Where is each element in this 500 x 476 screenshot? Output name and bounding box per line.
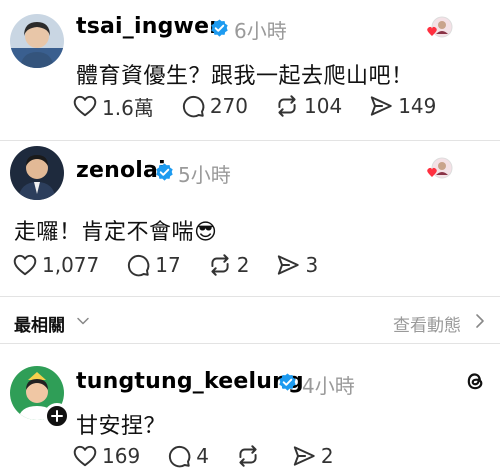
share-count: 2 — [320, 444, 334, 468]
avatar-zenolai[interactable] — [10, 146, 64, 200]
share-icon — [293, 446, 315, 466]
share-icon — [278, 255, 300, 275]
threads-logo-icon[interactable] — [462, 368, 488, 394]
like-button[interactable]: 1,077 — [12, 250, 99, 280]
reply-username[interactable]: tungtung_keelung — [76, 369, 304, 394]
repost-icon — [211, 254, 229, 276]
heart-icon — [73, 445, 97, 467]
share-count: 149 — [398, 94, 437, 118]
repost-count: 2 — [236, 253, 250, 277]
reply-button[interactable]: 4 — [166, 441, 209, 471]
share-count: 3 — [305, 253, 319, 277]
repost-count: 104 — [304, 94, 343, 118]
avatar-tsai-ingwen[interactable] — [10, 14, 64, 68]
repost-icon — [239, 445, 257, 467]
reply-count: 270 — [209, 94, 248, 118]
repost-button[interactable]: 2 — [207, 250, 250, 280]
reply-text: 甘安捏？ — [76, 414, 167, 439]
repost-button[interactable] — [235, 441, 265, 471]
section-divider — [0, 343, 500, 344]
like-count: 1.6萬 — [102, 95, 154, 120]
verified-badge-icon — [279, 373, 296, 391]
like-count: 1,077 — [42, 253, 100, 277]
section-divider — [0, 296, 500, 297]
like-count: 169 — [102, 444, 141, 468]
post-2-text: 走囉！肯定不會喘😎 — [14, 220, 218, 245]
post-1-time: 6小時 — [234, 19, 287, 43]
heart-icon — [13, 254, 37, 276]
liked-reaction-avatar-icon[interactable] — [424, 155, 454, 185]
post-2-username[interactable]: zenolai — [76, 158, 166, 183]
reply-button[interactable]: 270 — [180, 91, 248, 121]
like-button[interactable]: 169 — [72, 441, 140, 471]
follow-button[interactable] — [44, 403, 70, 429]
share-button[interactable]: 3 — [275, 250, 318, 280]
reply-actions: 169 4 2 — [72, 441, 360, 471]
post-1-username[interactable]: tsai_ingwen — [76, 14, 225, 39]
share-icon — [371, 96, 392, 116]
post-2-actions: 1,077 17 2 3 — [12, 250, 344, 280]
post-divider — [0, 140, 500, 141]
share-button[interactable]: 2 — [291, 441, 334, 471]
reply-time: 4小時 — [302, 374, 355, 398]
verified-badge-icon — [211, 19, 228, 37]
comment-icon — [182, 95, 205, 118]
reply-button[interactable]: 17 — [125, 250, 181, 280]
post-1-actions: 1.6萬 270 104 149 — [72, 91, 462, 121]
reply-count: 4 — [196, 444, 209, 468]
repost-button[interactable]: 104 — [274, 91, 342, 121]
comment-icon — [128, 254, 150, 277]
repost-icon — [278, 95, 296, 117]
chevron-right-icon[interactable] — [474, 313, 486, 329]
share-button[interactable]: 149 — [368, 91, 436, 121]
reply-count: 17 — [155, 253, 181, 277]
heart-icon — [73, 95, 97, 117]
comment-icon — [169, 445, 191, 468]
verified-badge-icon — [156, 163, 173, 181]
post-1-text: 體育資優生？跟我一起去爬山吧！ — [76, 64, 414, 89]
liked-reaction-avatar-icon[interactable] — [424, 14, 454, 44]
chevron-down-icon[interactable] — [76, 314, 90, 328]
plus-icon — [51, 410, 63, 422]
post-2-time: 5小時 — [178, 163, 231, 187]
like-button[interactable]: 1.6萬 — [72, 91, 154, 121]
view-activity-link[interactable]: 查看動態 — [393, 311, 461, 336]
sort-dropdown-label[interactable]: 最相關 — [14, 311, 65, 336]
